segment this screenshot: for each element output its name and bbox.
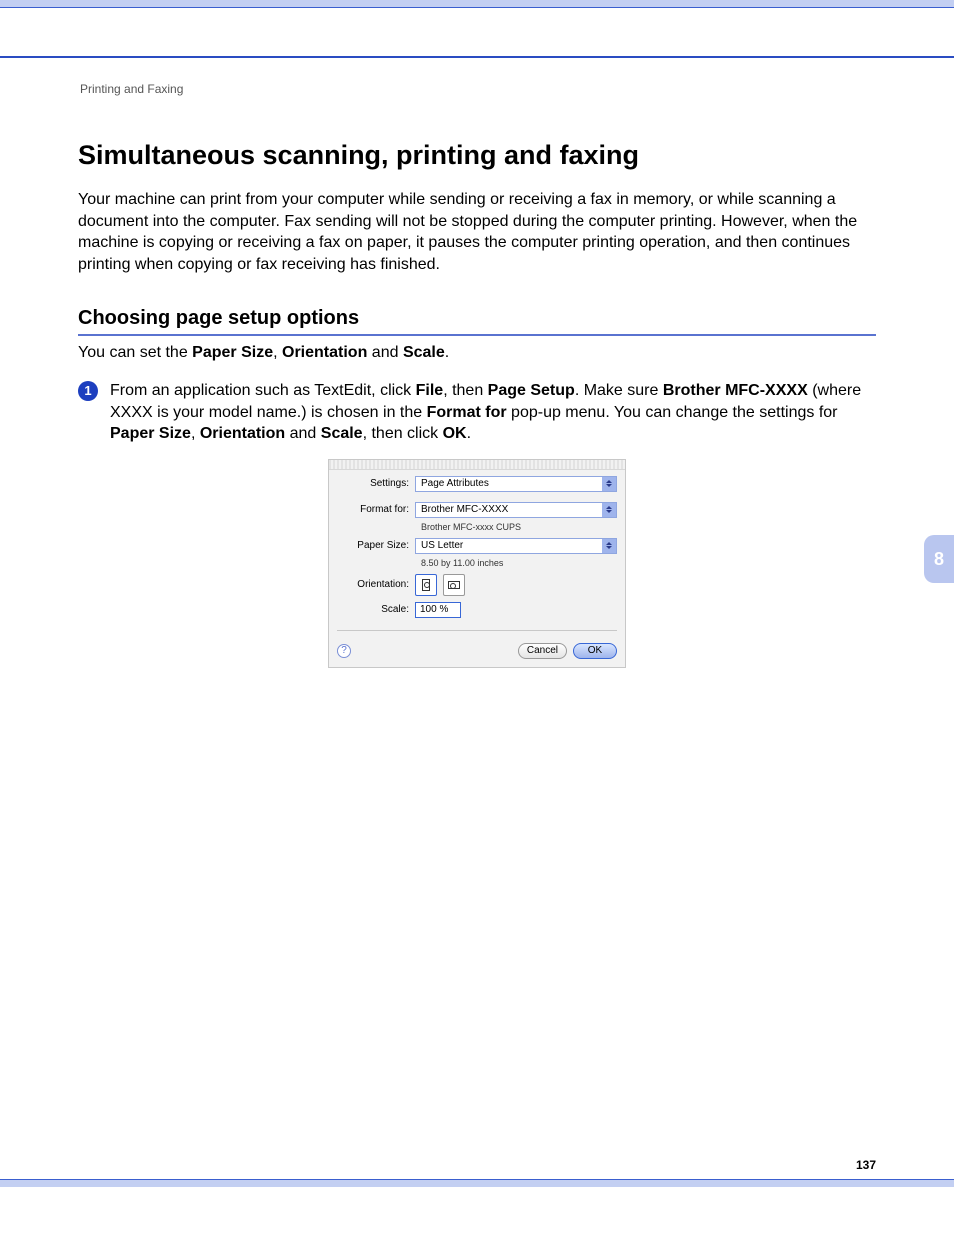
settings-select[interactable]: Page Attributes — [415, 476, 617, 492]
format-for-label: Format for: — [337, 504, 415, 515]
bold-orientation: Orientation — [282, 344, 367, 361]
ok-button[interactable]: OK — [573, 643, 617, 659]
bold-paper-size: Paper Size — [192, 344, 273, 361]
chevron-updown-icon — [602, 539, 616, 553]
bold-orientation-2: Orientation — [200, 425, 285, 442]
page-title: Simultaneous scanning, printing and faxi… — [78, 140, 876, 171]
settings-label: Settings: — [337, 478, 415, 489]
orientation-label: Orientation: — [337, 579, 415, 590]
page-number: 137 — [856, 1158, 876, 1172]
step-text: From an application such as TextEdit, cl… — [110, 380, 876, 445]
step-number-badge: 1 — [78, 381, 98, 401]
text: pop-up menu. You can change the settings… — [507, 404, 838, 421]
bold-file: File — [416, 382, 444, 399]
bottom-accent-bar — [0, 1179, 954, 1187]
chevron-updown-icon — [602, 477, 616, 491]
text: and — [285, 425, 321, 442]
orientation-portrait-button[interactable] — [415, 574, 437, 596]
bold-ok: OK — [443, 425, 467, 442]
paper-size-subtext: 8.50 by 11.00 inches — [421, 558, 617, 568]
top-accent-bar — [0, 0, 954, 8]
chapter-tab: 8 — [924, 535, 954, 583]
chevron-updown-icon — [602, 503, 616, 517]
bold-scale-2: Scale — [321, 425, 363, 442]
portrait-icon — [422, 579, 430, 591]
text: . — [445, 344, 449, 361]
paper-size-value: US Letter — [421, 540, 463, 551]
dialog-titlebar — [329, 460, 625, 470]
text: and — [367, 344, 403, 361]
top-hairline — [0, 56, 954, 58]
scale-label: Scale: — [337, 604, 415, 615]
paper-size-select[interactable]: US Letter — [415, 538, 617, 554]
settings-value: Page Attributes — [421, 478, 489, 489]
text: From an application such as TextEdit, cl… — [110, 382, 416, 399]
bold-model: Brother MFC-XXXX — [663, 382, 808, 399]
setup-intro: You can set the Paper Size, Orientation … — [78, 342, 876, 364]
bold-paper-size-2: Paper Size — [110, 425, 191, 442]
format-for-select[interactable]: Brother MFC-XXXX — [415, 502, 617, 518]
dialog-figure: Settings: Page Attributes Format for: Br… — [78, 459, 876, 668]
scale-input[interactable]: 100 % — [415, 602, 461, 618]
bold-page-setup: Page Setup — [488, 382, 575, 399]
text: , — [273, 344, 282, 361]
text: , — [191, 425, 200, 442]
section-heading: Choosing page setup options — [78, 307, 876, 336]
format-for-subtext: Brother MFC-xxxx CUPS — [421, 522, 617, 532]
help-icon[interactable]: ? — [337, 644, 351, 658]
bold-format-for: Format for — [427, 404, 507, 421]
breadcrumb: Printing and Faxing — [80, 82, 876, 96]
text: , then — [443, 382, 487, 399]
orientation-landscape-button[interactable] — [443, 574, 465, 596]
text: . Make sure — [575, 382, 663, 399]
page-setup-dialog: Settings: Page Attributes Format for: Br… — [328, 459, 626, 668]
landscape-icon — [448, 581, 460, 589]
dialog-separator — [337, 630, 617, 631]
text: . — [467, 425, 471, 442]
bold-scale: Scale — [403, 344, 445, 361]
text: You can set the — [78, 344, 192, 361]
paper-size-label: Paper Size: — [337, 540, 415, 551]
cancel-button[interactable]: Cancel — [518, 643, 567, 659]
intro-paragraph: Your machine can print from your compute… — [78, 189, 876, 275]
step-1: 1 From an application such as TextEdit, … — [78, 380, 876, 445]
format-for-value: Brother MFC-XXXX — [421, 504, 508, 515]
text: , then click — [363, 425, 443, 442]
